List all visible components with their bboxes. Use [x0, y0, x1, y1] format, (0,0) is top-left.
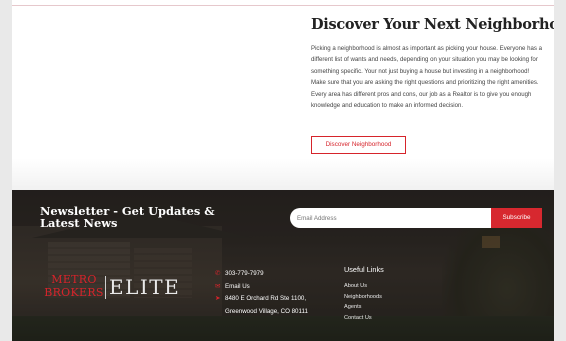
link-contact-us[interactable]: Contact Us	[344, 313, 464, 324]
location-arrow-icon: ➤	[215, 295, 221, 303]
contact-email[interactable]: ✉ Email Us	[215, 281, 325, 294]
newsletter-title: Newsletter - Get Updates & Latest News	[40, 205, 220, 230]
subscribe-button[interactable]: Subscribe	[491, 208, 542, 228]
logo-divider	[105, 276, 106, 299]
contact-phone[interactable]: ✆ 303-779-7979	[215, 268, 325, 281]
logo-elite-text: ELITE	[109, 275, 181, 299]
site-footer: Newsletter - Get Updates & Latest News S…	[12, 190, 554, 341]
newsletter-email-input[interactable]	[290, 208, 491, 228]
contact-address[interactable]: ➤ 8480 E Orchard Rd Ste 1100,	[215, 293, 325, 306]
section-bottom-fade	[12, 158, 554, 190]
neighborhood-description: Picking a neighborhood is almost as impo…	[311, 45, 543, 110]
link-about-us[interactable]: About Us	[344, 281, 464, 292]
contact-phone-text: 303-779-7979	[225, 270, 264, 277]
neighborhood-image-area	[12, 6, 302, 158]
useful-links: Useful Links About Us Neighborhoods Agen…	[344, 265, 464, 323]
link-neighborhoods[interactable]: Neighborhoods	[344, 292, 464, 303]
page-frame: Discover Your Next Neighborhood Picking …	[12, 0, 554, 341]
newsletter-title-line-2: Latest News	[40, 215, 118, 230]
contact-email-text: Email Us	[225, 282, 250, 290]
useful-links-heading: Useful Links	[344, 265, 384, 274]
contact-address-line-1: 8480 E Orchard Rd Ste 1100,	[225, 295, 307, 303]
envelope-icon: ✉	[215, 282, 221, 290]
logo-brokers-text: BROKERS	[44, 286, 104, 299]
link-agents[interactable]: Agents	[344, 302, 464, 313]
phone-icon: ✆	[215, 270, 221, 277]
neighborhood-section: Discover Your Next Neighborhood Picking …	[12, 0, 554, 190]
contact-address-line-2: Greenwood Village, CO 80111	[225, 307, 308, 315]
discover-neighborhood-button[interactable]: Discover Neighborhood	[311, 136, 406, 154]
contact-info: ✆ 303-779-7979 ✉ Email Us ➤ 8480 E Orcha…	[215, 268, 325, 318]
metro-brokers-elite-logo[interactable]: METRO BROKERS ELITE	[41, 274, 186, 304]
logo-metro-text: METRO	[51, 273, 97, 286]
neighborhood-heading: Discover Your Next Neighborhood	[311, 16, 554, 33]
